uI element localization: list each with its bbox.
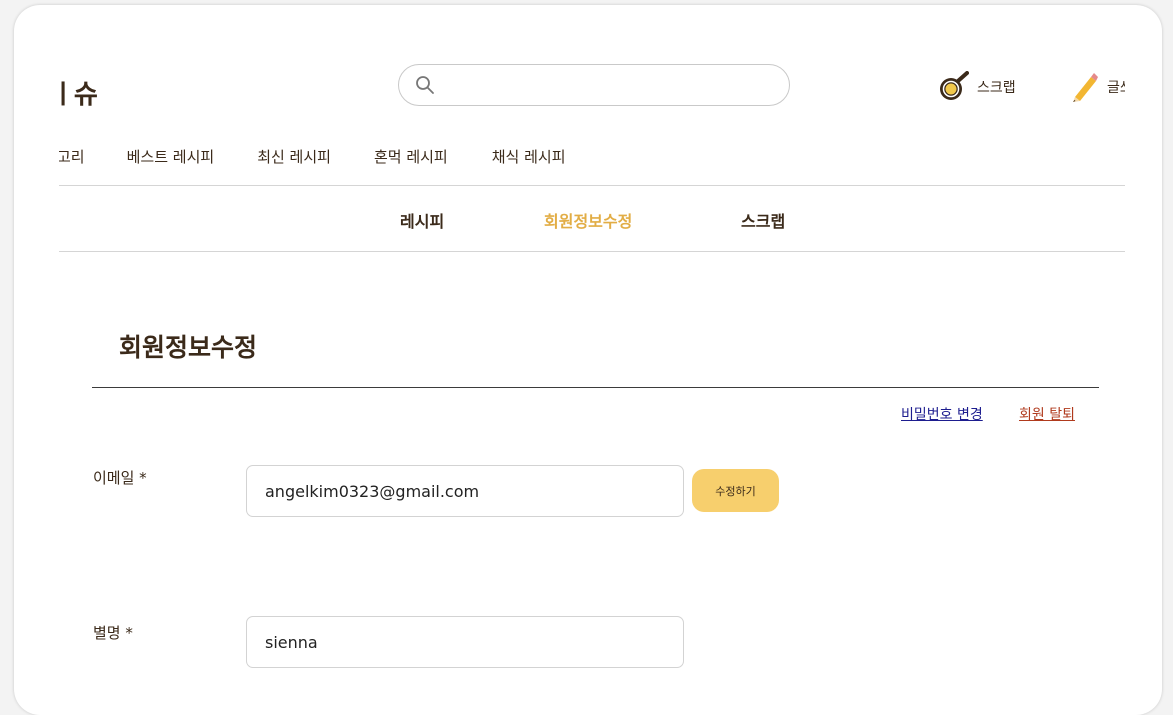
category-nav: 고리 베스트 레시피 최신 레시피 혼먹 레시피 채식 레시피 xyxy=(59,146,566,167)
search-icon[interactable] xyxy=(415,75,435,95)
change-password-link[interactable]: 비밀번호 변경 xyxy=(901,404,983,424)
pencil-icon xyxy=(1073,73,1098,102)
withdraw-link[interactable]: 회원 탈퇴 xyxy=(1019,404,1075,424)
tabs-divider xyxy=(59,251,1125,252)
browser-frame: ㅣ슈 스크랩 글쓰 xyxy=(14,5,1162,715)
nav-divider xyxy=(59,185,1125,186)
write-label: 글쓰 xyxy=(1107,80,1125,96)
nav-item-vegan-recipe[interactable]: 채식 레시피 xyxy=(492,146,566,167)
nav-item-best-recipe[interactable]: 베스트 레시피 xyxy=(127,146,215,167)
write-button[interactable]: 글쓰 xyxy=(1067,70,1125,104)
search-bar[interactable] xyxy=(398,64,790,106)
scrap-button[interactable]: 스크랩 xyxy=(939,70,1016,104)
nickname-label: 별명 * xyxy=(93,624,133,642)
tab-recipe[interactable]: 레시피 xyxy=(400,208,444,232)
scrap-frying-pan-icon xyxy=(940,71,969,100)
tab-edit-profile[interactable]: 회원정보수정 xyxy=(544,208,632,232)
email-field[interactable] xyxy=(246,465,684,517)
nav-item-latest-recipe[interactable]: 최신 레시피 xyxy=(257,146,331,167)
email-label: 이메일 * xyxy=(93,469,147,487)
nav-item-solo-recipe[interactable]: 혼먹 레시피 xyxy=(374,146,448,167)
title-divider xyxy=(92,387,1099,388)
scrap-label: 스크랩 xyxy=(977,80,1016,96)
nav-item-category[interactable]: 고리 xyxy=(59,146,85,167)
search-input[interactable] xyxy=(445,73,769,99)
edit-email-button[interactable]: 수정하기 xyxy=(692,469,779,512)
page-viewport: ㅣ슈 스크랩 글쓰 xyxy=(59,42,1125,682)
tab-scrap[interactable]: 스크랩 xyxy=(741,208,785,232)
page-title: 회원정보수정 xyxy=(119,333,258,362)
nickname-field[interactable] xyxy=(246,616,684,668)
site-logo[interactable]: ㅣ슈 xyxy=(59,74,98,111)
